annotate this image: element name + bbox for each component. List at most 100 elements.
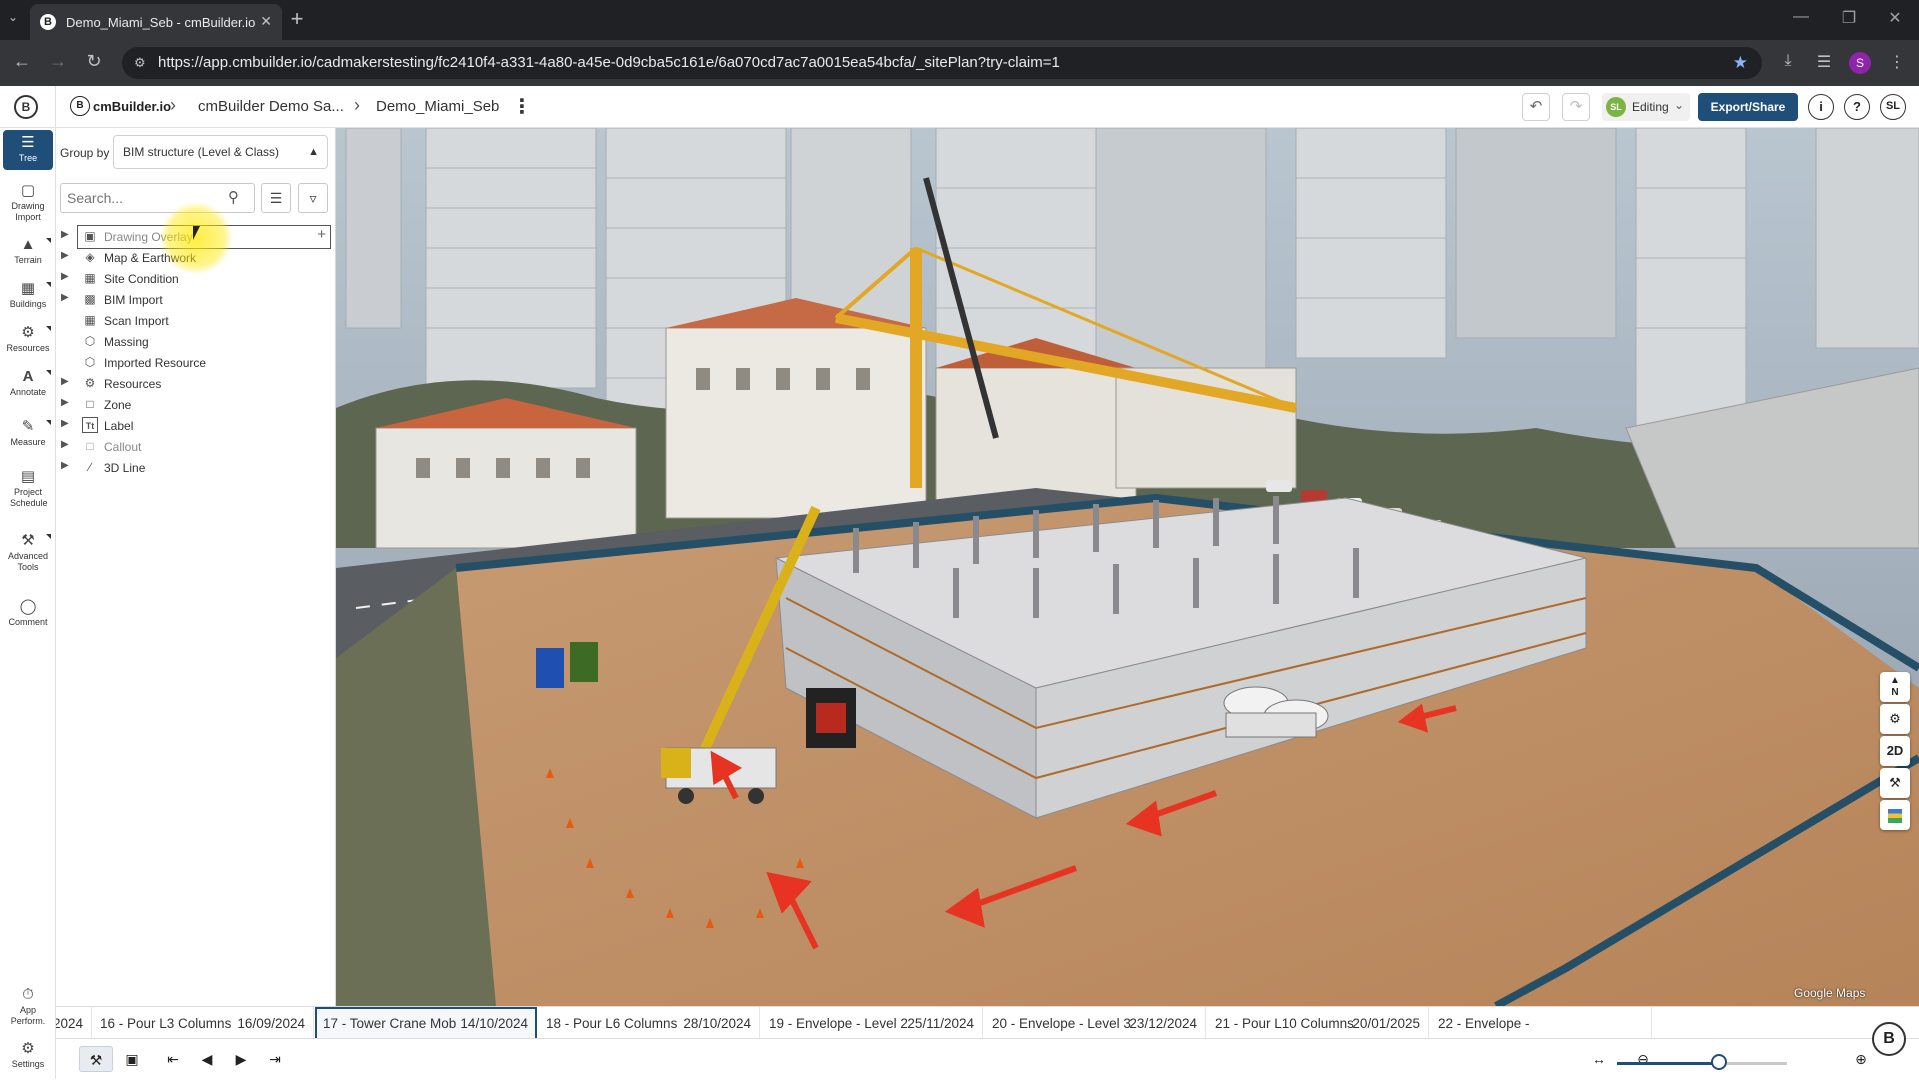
expand-chevron-icon[interactable]: ▶ bbox=[61, 271, 69, 282]
tree-item-massing[interactable]: ⬡ Massing bbox=[56, 331, 336, 353]
tree-item-imported-resource[interactable]: ⬡ Imported Resource bbox=[56, 352, 336, 374]
browser-tab[interactable]: B Demo_Miami_Seb - cmBuilder.io ✕ bbox=[30, 4, 282, 40]
step-back-icon[interactable]: ◀ bbox=[194, 1046, 220, 1072]
tree-item-drawing-overlay[interactable]: ▶ ▣ Drawing Overlay + bbox=[61, 225, 331, 249]
tab-close-icon[interactable]: ✕ bbox=[260, 13, 272, 30]
expand-chevron-icon[interactable]: ▶ bbox=[61, 250, 69, 261]
rail-resources[interactable]: ⚙ Resources bbox=[3, 324, 53, 370]
export-share-button[interactable]: Export/Share bbox=[1698, 93, 1798, 121]
play-icon[interactable]: ▶ bbox=[228, 1046, 254, 1072]
timeline-item[interactable]: 20 - Envelope - Level 3 23/12/2024 bbox=[984, 1007, 1206, 1038]
tree-item-3d-line[interactable]: ▶ ∕ 3D Line bbox=[56, 457, 336, 479]
rail-terrain[interactable]: ▲ Terrain bbox=[3, 236, 53, 282]
search-input[interactable] bbox=[60, 183, 255, 213]
media-icon[interactable]: ☰ bbox=[1811, 52, 1837, 72]
user-avatar[interactable]: SL bbox=[1880, 94, 1906, 120]
project-menu-icon[interactable]: ⋮ bbox=[512, 94, 532, 119]
expand-chevron-icon[interactable]: ▶ bbox=[61, 418, 69, 429]
resources-tree-icon: ⚙ bbox=[84, 376, 96, 390]
fit-view-icon[interactable]: ↔ bbox=[1584, 1046, 1614, 1072]
back-icon[interactable]: ← bbox=[8, 51, 36, 72]
redo-button[interactable]: ↷ bbox=[1562, 93, 1590, 121]
timeline-item[interactable]: 16 - Pour L3 Columns 16/09/2024 bbox=[92, 1007, 314, 1038]
crane-mode-button[interactable]: ⚒ bbox=[79, 1046, 113, 1072]
zoom-out-icon[interactable]: ⊖ bbox=[1628, 1046, 1658, 1072]
tree-item-callout[interactable]: ▶ □ Callout bbox=[56, 436, 336, 458]
minimize-icon[interactable]: — bbox=[1779, 8, 1823, 26]
screenshot-button[interactable]: ▣ bbox=[117, 1046, 147, 1072]
window-close-icon[interactable]: ✕ bbox=[1873, 8, 1917, 28]
tree-item-map-earthwork[interactable]: ▶ ◈ Map & Earthwork bbox=[56, 247, 336, 269]
restore-icon[interactable]: ❐ bbox=[1827, 8, 1871, 28]
help-icon[interactable]: ? bbox=[1844, 94, 1870, 120]
app-assistant-icon[interactable]: B bbox=[1872, 1022, 1906, 1056]
crane-view-button[interactable]: ⚒ bbox=[1880, 768, 1910, 798]
tree-item-zone[interactable]: ▶ □ Zone bbox=[56, 394, 336, 416]
tree-item-label: BIM Import bbox=[104, 293, 163, 307]
view-2d-button[interactable]: 2D bbox=[1880, 736, 1910, 766]
skip-to-start-icon[interactable]: ⇤ bbox=[160, 1046, 186, 1072]
tree-item-site-condition[interactable]: ▶ ▦ Site Condition bbox=[56, 268, 336, 290]
rail-project-schedule[interactable]: ▤ Project Schedule bbox=[3, 468, 53, 524]
tab-search-icon[interactable]: ⌄ bbox=[8, 10, 18, 24]
editing-label: Editing bbox=[1632, 100, 1669, 114]
rail-comment[interactable]: ◯ Comment bbox=[3, 598, 53, 644]
reload-icon[interactable]: ↻ bbox=[80, 51, 108, 72]
tree-item-label: Resources bbox=[104, 377, 162, 391]
tree-item-scan-import[interactable]: ▦ Scan Import bbox=[56, 310, 336, 332]
expand-chevron-icon[interactable]: ▶ bbox=[61, 460, 69, 471]
image-icon: ▣ bbox=[84, 229, 96, 243]
rail-app-performance[interactable]: ⏱ App Perform. bbox=[3, 986, 53, 1032]
zoom-in-icon[interactable]: ⊕ bbox=[1846, 1046, 1876, 1072]
timeline-item[interactable]: 22 - Envelope - bbox=[1430, 1007, 1652, 1038]
tree-item-label[interactable]: ▶ Tt Label bbox=[56, 415, 336, 437]
new-tab-button[interactable]: + bbox=[283, 6, 311, 32]
timeline-item-date: 20/01/2025 bbox=[1352, 1016, 1420, 1031]
tree-item-bim-import[interactable]: ▶ ▩ BIM Import bbox=[56, 289, 336, 311]
expand-chevron-icon[interactable]: ▶ bbox=[61, 229, 69, 240]
timeline-item-active[interactable]: 17 - Tower Crane Mob 14/10/2024 bbox=[315, 1007, 537, 1038]
add-icon[interactable]: + bbox=[317, 226, 326, 243]
expand-chevron-icon[interactable]: ▶ bbox=[61, 439, 69, 450]
group-by-select[interactable]: BIM structure (Level & Class) ▲ bbox=[113, 135, 328, 169]
rail-tree[interactable]: ☰ Tree bbox=[3, 130, 53, 170]
timeline-item[interactable]: 21 - Pour L10 Columns 20/01/2025 bbox=[1207, 1007, 1429, 1038]
bookmark-star-icon[interactable]: ★ bbox=[1733, 47, 1748, 79]
tree-item-resources[interactable]: ▶ ⚙ Resources bbox=[56, 373, 336, 395]
breadcrumb-project[interactable]: Demo_Miami_Seb bbox=[376, 98, 499, 115]
expand-chevron-icon[interactable]: ▶ bbox=[61, 292, 69, 303]
skip-to-end-icon[interactable]: ⇥ bbox=[262, 1046, 288, 1072]
3d-viewport[interactable]: Google Maps ▲ N ⚙ 2D ⚒ bbox=[336, 128, 1919, 1006]
rail-drawing-import[interactable]: ▢ Drawing Import bbox=[3, 182, 53, 228]
forward-icon[interactable]: → bbox=[44, 51, 72, 72]
undo-button[interactable]: ↶ bbox=[1522, 93, 1550, 121]
expand-chevron-icon[interactable]: ▶ bbox=[61, 376, 69, 387]
compass-button[interactable]: ▲ N bbox=[1880, 672, 1910, 702]
search-icon[interactable]: ⚲ bbox=[228, 188, 239, 206]
rail-annotate[interactable]: A Annotate bbox=[3, 368, 53, 414]
breadcrumb-workspace[interactable]: cmBuilder Demo Sa... bbox=[198, 98, 344, 115]
expand-chevron-icon[interactable]: ▶ bbox=[61, 397, 69, 408]
brand-logo[interactable]: B cmBuilder.io bbox=[70, 96, 171, 116]
profile-avatar[interactable]: S bbox=[1849, 52, 1871, 74]
rail-settings[interactable]: ⚙ Settings bbox=[3, 1040, 53, 1086]
timeline-item[interactable]: 08/2024 bbox=[56, 1007, 92, 1038]
site-info-icon[interactable]: ⚙ bbox=[134, 47, 146, 79]
download-icon[interactable]: ⤓ bbox=[1775, 52, 1801, 70]
info-icon[interactable]: i bbox=[1808, 94, 1834, 120]
rail-measure[interactable]: ✎ Measure bbox=[3, 418, 53, 464]
zoom-slider-handle[interactable] bbox=[1711, 1054, 1727, 1070]
rail-advanced-tools[interactable]: ⚒ Advanced Tools bbox=[3, 532, 53, 588]
timeline-item[interactable]: 18 - Pour L6 Columns 28/10/2024 bbox=[538, 1007, 760, 1038]
app-logo-icon[interactable]: B bbox=[14, 95, 38, 119]
editing-mode-dropdown[interactable]: SL Editing ⌄ bbox=[1602, 93, 1690, 121]
timeline-item[interactable]: 19 - Envelope - Level 2 25/11/2024 bbox=[761, 1007, 983, 1038]
layers-color-button[interactable] bbox=[1880, 800, 1910, 830]
browser-menu-icon[interactable]: ⋮ bbox=[1884, 52, 1910, 72]
rail-buildings[interactable]: ▦ Buildings bbox=[3, 280, 53, 326]
zoom-slider-track[interactable] bbox=[1617, 1062, 1787, 1065]
filter-button[interactable]: ▿ bbox=[298, 183, 328, 213]
list-options-button[interactable]: ☰ bbox=[261, 183, 291, 213]
view-cube-button[interactable]: ⚙ bbox=[1880, 704, 1910, 734]
address-bar[interactable]: ⚙ https://app.cmbuilder.io/cadmakerstest… bbox=[122, 47, 1762, 79]
